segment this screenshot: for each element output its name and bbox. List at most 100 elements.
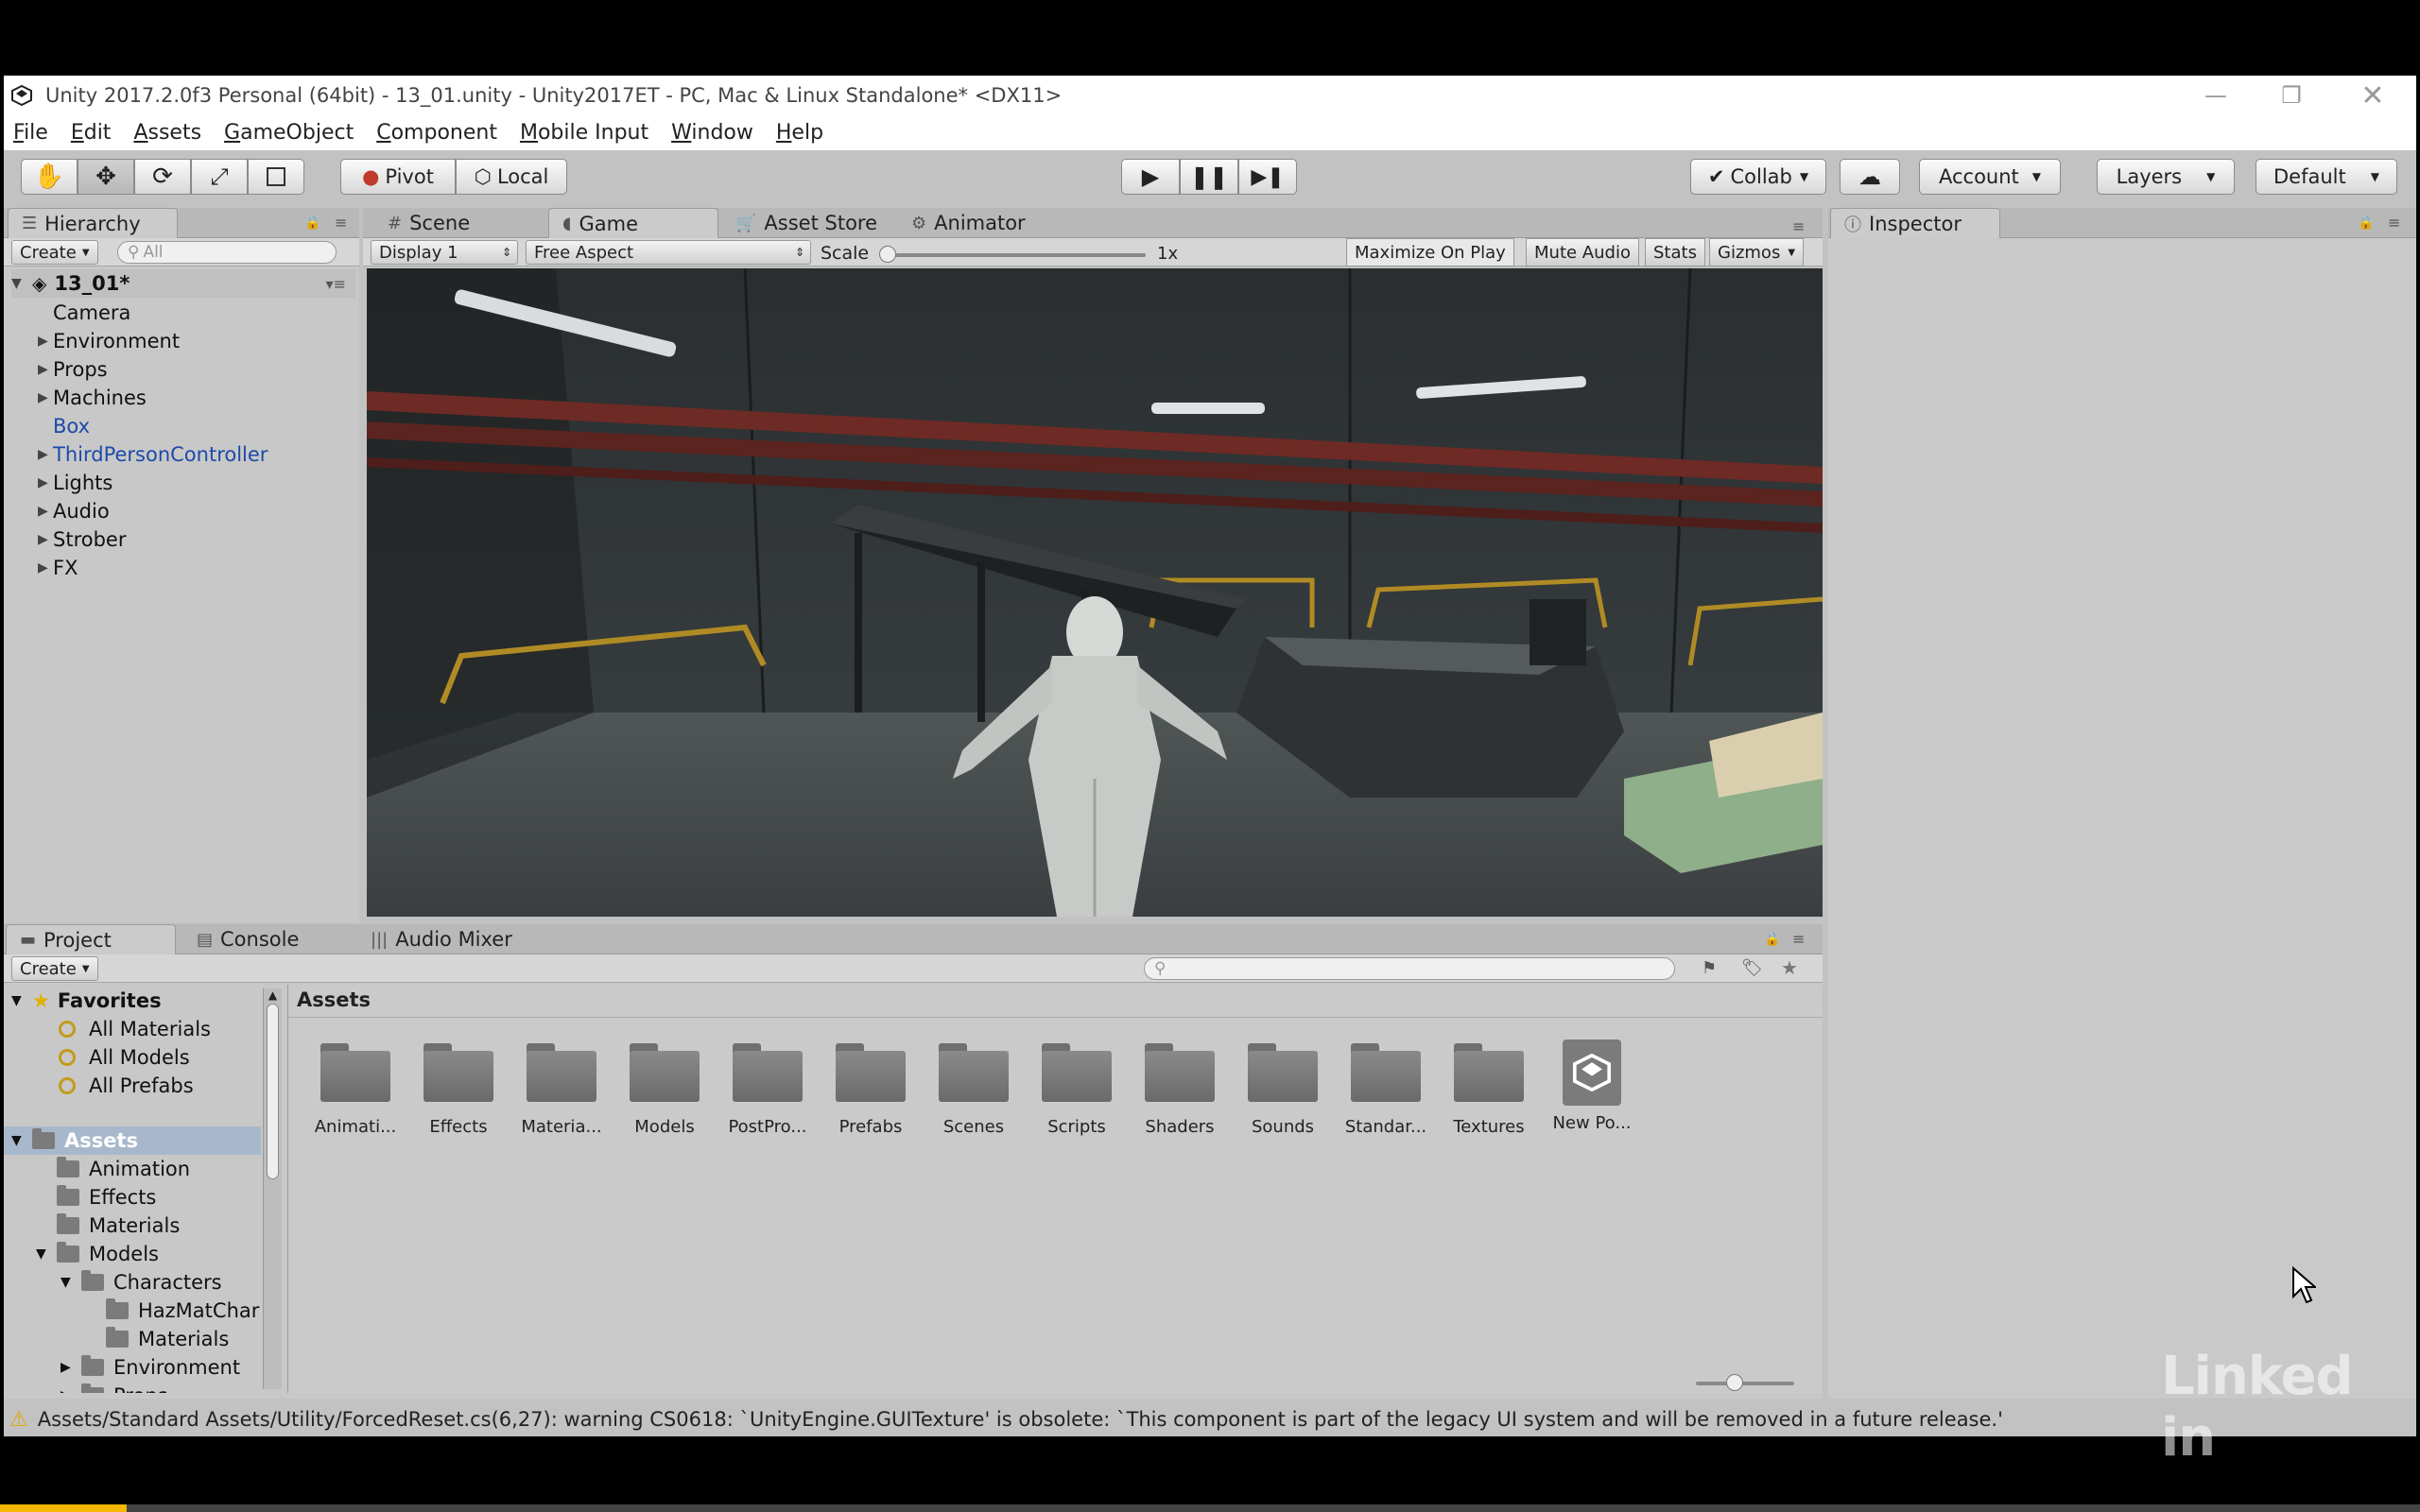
filter-type-icon[interactable]: ⚑	[1702, 958, 1717, 978]
status-bar[interactable]: ⚠ Assets/Standard Assets/Utility/ForcedR…	[4, 1402, 2416, 1436]
hierarchy-item[interactable]: ▶ Strober	[38, 525, 126, 554]
move-tool-button[interactable]: ✥	[78, 159, 134, 195]
tab-project[interactable]: ▬ Project	[6, 924, 176, 954]
asset-folder[interactable]: Standar...	[1339, 1043, 1433, 1137]
display-dropdown[interactable]: Display 1 ⇕	[371, 240, 518, 265]
hierarchy-item[interactable]: ▶ Audio	[38, 497, 110, 525]
project-create-button[interactable]: Create ▼	[11, 956, 98, 981]
scrollbar-thumb[interactable]	[267, 1004, 279, 1179]
stats-toggle[interactable]: Stats	[1645, 238, 1705, 266]
video-progress-track[interactable]	[0, 1504, 2420, 1512]
tab-game[interactable]: ◖ Game	[548, 208, 718, 238]
aspect-dropdown[interactable]: Free Aspect ⇕	[526, 240, 811, 265]
rotate-tool-button[interactable]: ⟳	[134, 159, 191, 195]
scale-slider-thumb[interactable]	[879, 246, 896, 263]
icon-size-slider-thumb[interactable]	[1726, 1374, 1743, 1391]
menu-file[interactable]: File	[13, 121, 48, 145]
tab-animator[interactable]: ⚙ Animator	[898, 208, 1068, 238]
game-viewport[interactable]	[367, 268, 1823, 917]
project-tree-item[interactable]: Animation	[57, 1155, 190, 1183]
gizmos-dropdown[interactable]: Gizmos ▼	[1709, 238, 1805, 266]
scene-menu-icon[interactable]: ▾≡	[326, 275, 346, 293]
expand-down-icon[interactable]: ▼	[60, 1275, 81, 1290]
favorites-header[interactable]: ▼ ★ Favorites	[11, 987, 162, 1015]
expand-down-icon[interactable]: ▼	[36, 1246, 57, 1262]
hierarchy-item[interactable]: ▶ ThirdPersonController	[38, 440, 268, 469]
expand-right-icon[interactable]: ▶	[38, 362, 53, 377]
scroll-up-icon[interactable]: ▲	[264, 988, 282, 1002]
pause-button[interactable]: ❚❚	[1180, 159, 1238, 195]
expand-right-icon[interactable]: ▶	[60, 1360, 81, 1375]
play-button[interactable]: ▶	[1121, 159, 1180, 195]
filter-label-icon[interactable]: 🏷	[1741, 958, 1763, 978]
expand-right-icon[interactable]: ▶	[38, 532, 53, 547]
asset-folder[interactable]: Prefabs	[823, 1043, 918, 1137]
expand-right-icon[interactable]: ▶	[38, 390, 53, 405]
assets-root[interactable]: ▼ Assets	[4, 1126, 261, 1155]
favorite-item[interactable]: All Materials	[59, 1015, 211, 1043]
lock-icon[interactable]: 🔒	[2358, 215, 2374, 231]
menu-help[interactable]: Help	[776, 121, 823, 145]
project-tree-item[interactable]: Materials	[106, 1325, 229, 1353]
asset-folder[interactable]: Models	[617, 1043, 712, 1137]
project-tree-scrollbar[interactable]: ▲	[263, 988, 282, 1389]
hierarchy-search-input[interactable]: ⚲ All	[117, 241, 337, 264]
scene-root-row[interactable]: ▼ ◈ 13_01* ▾≡	[11, 269, 355, 298]
project-tree-item[interactable]: ▼ Characters	[60, 1268, 222, 1297]
tab-console[interactable]: ▤ Console	[183, 924, 354, 954]
asset-folder[interactable]: Scenes	[926, 1043, 1021, 1137]
asset-folder[interactable]: Animati...	[308, 1043, 403, 1137]
maximize-on-play-toggle[interactable]: Maximize On Play	[1346, 238, 1514, 266]
hierarchy-item[interactable]: ▶ Environment	[38, 327, 180, 355]
layout-dropdown[interactable]: Default ▼	[2256, 159, 2397, 195]
menu-edit[interactable]: Edit	[71, 121, 112, 145]
tab-asset-store[interactable]: 🛒 Asset Store	[722, 208, 892, 238]
close-button[interactable]: ✕	[2335, 76, 2411, 115]
hierarchy-create-button[interactable]: Create ▼	[11, 240, 98, 265]
cloud-button[interactable]: ☁	[1840, 159, 1900, 195]
asset-folder[interactable]: Scripts	[1029, 1043, 1124, 1137]
hierarchy-item[interactable]: ▶ Lights	[38, 469, 112, 497]
hierarchy-item[interactable]: ▶ Machines	[38, 384, 147, 412]
panel-menu-icon[interactable]: ≡	[1792, 930, 1805, 948]
menu-window[interactable]: Window	[671, 121, 753, 145]
tab-audio-mixer[interactable]: ||| Audio Mixer	[357, 924, 565, 954]
icon-size-slider-track[interactable]	[1696, 1382, 1794, 1385]
panel-menu-icon[interactable]: ≡	[1792, 217, 1805, 235]
menu-component[interactable]: Component	[376, 121, 497, 145]
tab-scene[interactable]: # Scene	[374, 208, 544, 238]
menu-mobile-input[interactable]: Mobile Input	[520, 121, 648, 145]
hierarchy-item[interactable]: Camera	[38, 299, 130, 327]
scale-tool-button[interactable]: ⤢	[191, 159, 248, 195]
layers-dropdown[interactable]: Layers ▼	[2097, 159, 2235, 195]
expand-right-icon[interactable]: ▶	[60, 1388, 81, 1393]
hierarchy-item[interactable]: ▶ Props	[38, 355, 108, 384]
asset-folder[interactable]: New Po...	[1545, 1040, 1639, 1133]
asset-folder[interactable]: Shaders	[1132, 1043, 1227, 1137]
expand-right-icon[interactable]: ▶	[38, 334, 53, 349]
expand-right-icon[interactable]: ▶	[38, 560, 53, 576]
expand-right-icon[interactable]: ▶	[38, 504, 53, 519]
project-tree-item[interactable]: Materials	[57, 1211, 180, 1240]
pivot-toggle[interactable]: ● Pivot	[340, 159, 456, 195]
panel-menu-icon[interactable]: ≡	[2388, 214, 2400, 232]
rect-tool-button[interactable]	[248, 159, 304, 195]
favorite-item[interactable]: All Prefabs	[59, 1072, 194, 1100]
tab-inspector[interactable]: ⓘ Inspector	[1830, 208, 2000, 238]
asset-folder[interactable]: Materia...	[514, 1043, 609, 1137]
asset-folder[interactable]: PostPro...	[720, 1043, 815, 1137]
local-toggle[interactable]: ⬡ Local	[456, 159, 567, 195]
step-button[interactable]: ▶❚	[1238, 159, 1297, 195]
lock-icon[interactable]: 🔒	[1764, 932, 1780, 947]
hierarchy-item[interactable]: ▶ FX	[38, 554, 78, 582]
account-dropdown[interactable]: Account ▼	[1919, 159, 2061, 195]
panel-menu-icon[interactable]: ≡	[335, 214, 347, 232]
tab-hierarchy[interactable]: ☰ Hierarchy	[8, 208, 178, 238]
project-tree-item[interactable]: Effects	[57, 1183, 156, 1211]
project-search-input[interactable]: ⚲	[1144, 957, 1675, 980]
asset-folder[interactable]: Effects	[411, 1043, 506, 1137]
mute-audio-toggle[interactable]: Mute Audio	[1526, 238, 1639, 266]
favorite-star-icon[interactable]: ★	[1781, 956, 1798, 979]
collab-dropdown[interactable]: ✔ Collab ▼	[1690, 159, 1826, 195]
project-tree-item[interactable]: ▶ Props	[60, 1382, 168, 1393]
